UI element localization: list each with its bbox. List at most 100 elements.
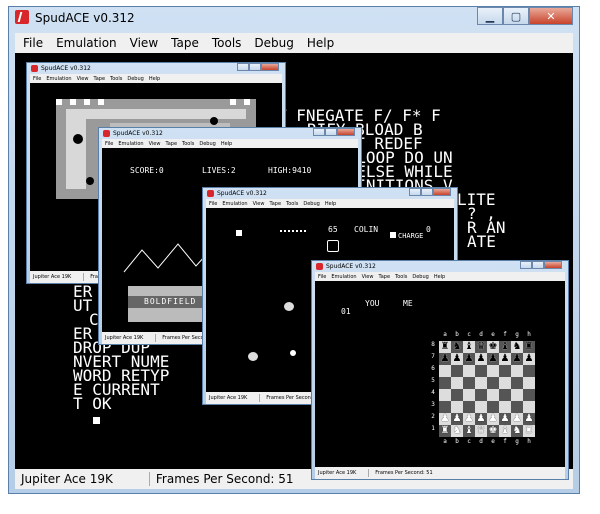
chess-piece-icon[interactable]: ♚ bbox=[489, 425, 498, 437]
menu-view[interactable]: View bbox=[77, 76, 89, 82]
close-button[interactable] bbox=[261, 63, 279, 71]
chess-piece-icon[interactable]: ♞ bbox=[453, 341, 462, 353]
close-button[interactable] bbox=[337, 128, 355, 136]
chess-square[interactable] bbox=[487, 377, 499, 389]
emulator-screen[interactable]: YOU ME 01 abcdefgh 87654321 ♜ ♞ ♝ ♛ ♚ ♝ ♞ ♜ ♟ ♟ ♟ ♟… bbox=[315, 281, 565, 467]
chess-square[interactable]: ♞ bbox=[451, 341, 463, 353]
chess-square[interactable] bbox=[523, 365, 535, 377]
chess-square[interactable] bbox=[523, 401, 535, 413]
chess-square[interactable] bbox=[511, 365, 523, 377]
chess-piece-icon[interactable]: ♞ bbox=[453, 425, 462, 437]
menu-emulation[interactable]: Emulation bbox=[331, 274, 356, 280]
close-button[interactable] bbox=[544, 261, 562, 269]
menu-emulation[interactable]: Emulation bbox=[118, 141, 143, 147]
menu-debug[interactable]: Debug bbox=[254, 36, 293, 50]
maximize-button[interactable] bbox=[421, 188, 433, 196]
chess-piece-icon[interactable]: ♛ bbox=[477, 425, 486, 437]
chess-square[interactable] bbox=[439, 401, 451, 413]
chess-square[interactable]: ♟ bbox=[463, 353, 475, 365]
menu-emulation[interactable]: Emulation bbox=[46, 76, 71, 82]
chess-piece-icon[interactable]: ♟ bbox=[489, 353, 498, 365]
chess-square[interactable]: ♟ bbox=[463, 413, 475, 425]
chess-piece-icon[interactable]: ♟ bbox=[465, 413, 474, 425]
chess-square[interactable] bbox=[511, 401, 523, 413]
chess-square[interactable]: ♟ bbox=[499, 353, 511, 365]
chess-piece-icon[interactable]: ♞ bbox=[513, 425, 522, 437]
chess-square[interactable]: ♜ bbox=[439, 425, 451, 437]
chess-square[interactable]: ♝ bbox=[463, 425, 475, 437]
menu-debug[interactable]: Debug bbox=[303, 201, 319, 207]
chess-square[interactable] bbox=[511, 389, 523, 401]
chess-square[interactable]: ♟ bbox=[487, 413, 499, 425]
child-window-4[interactable]: SpudACE v0.312 File Emulation View Tape … bbox=[311, 260, 569, 480]
chess-square[interactable] bbox=[487, 389, 499, 401]
menu-file[interactable]: File bbox=[33, 76, 41, 82]
chess-square[interactable] bbox=[439, 377, 451, 389]
chess-square[interactable] bbox=[451, 401, 463, 413]
maximize-button[interactable] bbox=[532, 261, 544, 269]
chess-piece-icon[interactable]: ♟ bbox=[465, 353, 474, 365]
chess-square[interactable] bbox=[487, 401, 499, 413]
chess-square[interactable] bbox=[499, 389, 511, 401]
menu-tape[interactable]: Tape bbox=[171, 36, 199, 50]
menu-help[interactable]: Help bbox=[221, 141, 232, 147]
menu-view[interactable]: View bbox=[130, 36, 158, 50]
chess-square[interactable]: ♟ bbox=[439, 353, 451, 365]
chess-piece-icon[interactable]: ♝ bbox=[465, 341, 474, 353]
close-button[interactable] bbox=[433, 188, 451, 196]
chess-piece-icon[interactable]: ♟ bbox=[513, 353, 522, 365]
chess-piece-icon[interactable]: ♝ bbox=[465, 425, 474, 437]
chess-square[interactable] bbox=[523, 377, 535, 389]
chess-piece-icon[interactable]: ♟ bbox=[525, 353, 534, 365]
chess-square[interactable]: ♚ bbox=[487, 341, 499, 353]
menu-help[interactable]: Help bbox=[325, 201, 336, 207]
chess-piece-icon[interactable]: ♟ bbox=[453, 353, 462, 365]
chess-piece-icon[interactable]: ♜ bbox=[441, 425, 450, 437]
minimize-button[interactable] bbox=[313, 128, 325, 136]
chess-piece-icon[interactable]: ♜ bbox=[525, 341, 534, 353]
close-button[interactable]: ✕ bbox=[529, 7, 573, 25]
chess-piece-icon[interactable]: ♟ bbox=[525, 413, 534, 425]
menu-help[interactable]: Help bbox=[149, 76, 160, 82]
menu-file[interactable]: File bbox=[23, 36, 43, 50]
chess-piece-icon[interactable]: ♞ bbox=[513, 341, 522, 353]
chess-square[interactable]: ♞ bbox=[511, 425, 523, 437]
menu-tools[interactable]: Tools bbox=[182, 141, 194, 147]
menu-view[interactable]: View bbox=[253, 201, 265, 207]
chess-square[interactable]: ♝ bbox=[499, 341, 511, 353]
menu-tools[interactable]: Tools bbox=[286, 201, 298, 207]
chess-piece-icon[interactable]: ♜ bbox=[525, 425, 534, 437]
maximize-button[interactable] bbox=[325, 128, 337, 136]
menu-help[interactable]: Help bbox=[307, 36, 334, 50]
chess-square[interactable]: ♟ bbox=[451, 413, 463, 425]
menu-view[interactable]: View bbox=[362, 274, 374, 280]
chess-piece-icon[interactable]: ♛ bbox=[477, 341, 486, 353]
minimize-button[interactable] bbox=[237, 63, 249, 71]
chess-piece-icon[interactable]: ♝ bbox=[501, 425, 510, 437]
chess-piece-icon[interactable]: ♟ bbox=[477, 413, 486, 425]
title-bar[interactable]: SpudACE v0.312 ▁ ▢ ✕ bbox=[9, 7, 579, 33]
chess-square[interactable] bbox=[439, 389, 451, 401]
menu-view[interactable]: View bbox=[149, 141, 161, 147]
chess-square[interactable]: ♜ bbox=[523, 341, 535, 353]
chess-square[interactable] bbox=[463, 377, 475, 389]
chess-square[interactable] bbox=[451, 365, 463, 377]
chess-piece-icon[interactable]: ♟ bbox=[441, 413, 450, 425]
chess-square[interactable] bbox=[475, 365, 487, 377]
menu-debug[interactable]: Debug bbox=[199, 141, 215, 147]
chess-piece-icon[interactable]: ♟ bbox=[501, 413, 510, 425]
menu-tape[interactable]: Tape bbox=[165, 141, 177, 147]
menu-debug[interactable]: Debug bbox=[412, 274, 428, 280]
chess-square[interactable]: ♛ bbox=[475, 425, 487, 437]
menu-help[interactable]: Help bbox=[434, 274, 445, 280]
chess-square[interactable]: ♛ bbox=[475, 341, 487, 353]
chess-square[interactable]: ♞ bbox=[511, 341, 523, 353]
chess-square[interactable] bbox=[463, 389, 475, 401]
chess-piece-icon[interactable]: ♝ bbox=[501, 341, 510, 353]
menu-tape[interactable]: Tape bbox=[93, 76, 105, 82]
chess-square[interactable]: ♝ bbox=[463, 341, 475, 353]
chess-square[interactable]: ♜ bbox=[439, 341, 451, 353]
menu-debug[interactable]: Debug bbox=[127, 76, 143, 82]
chess-piece-icon[interactable]: ♟ bbox=[441, 353, 450, 365]
chess-square[interactable]: ♟ bbox=[451, 353, 463, 365]
